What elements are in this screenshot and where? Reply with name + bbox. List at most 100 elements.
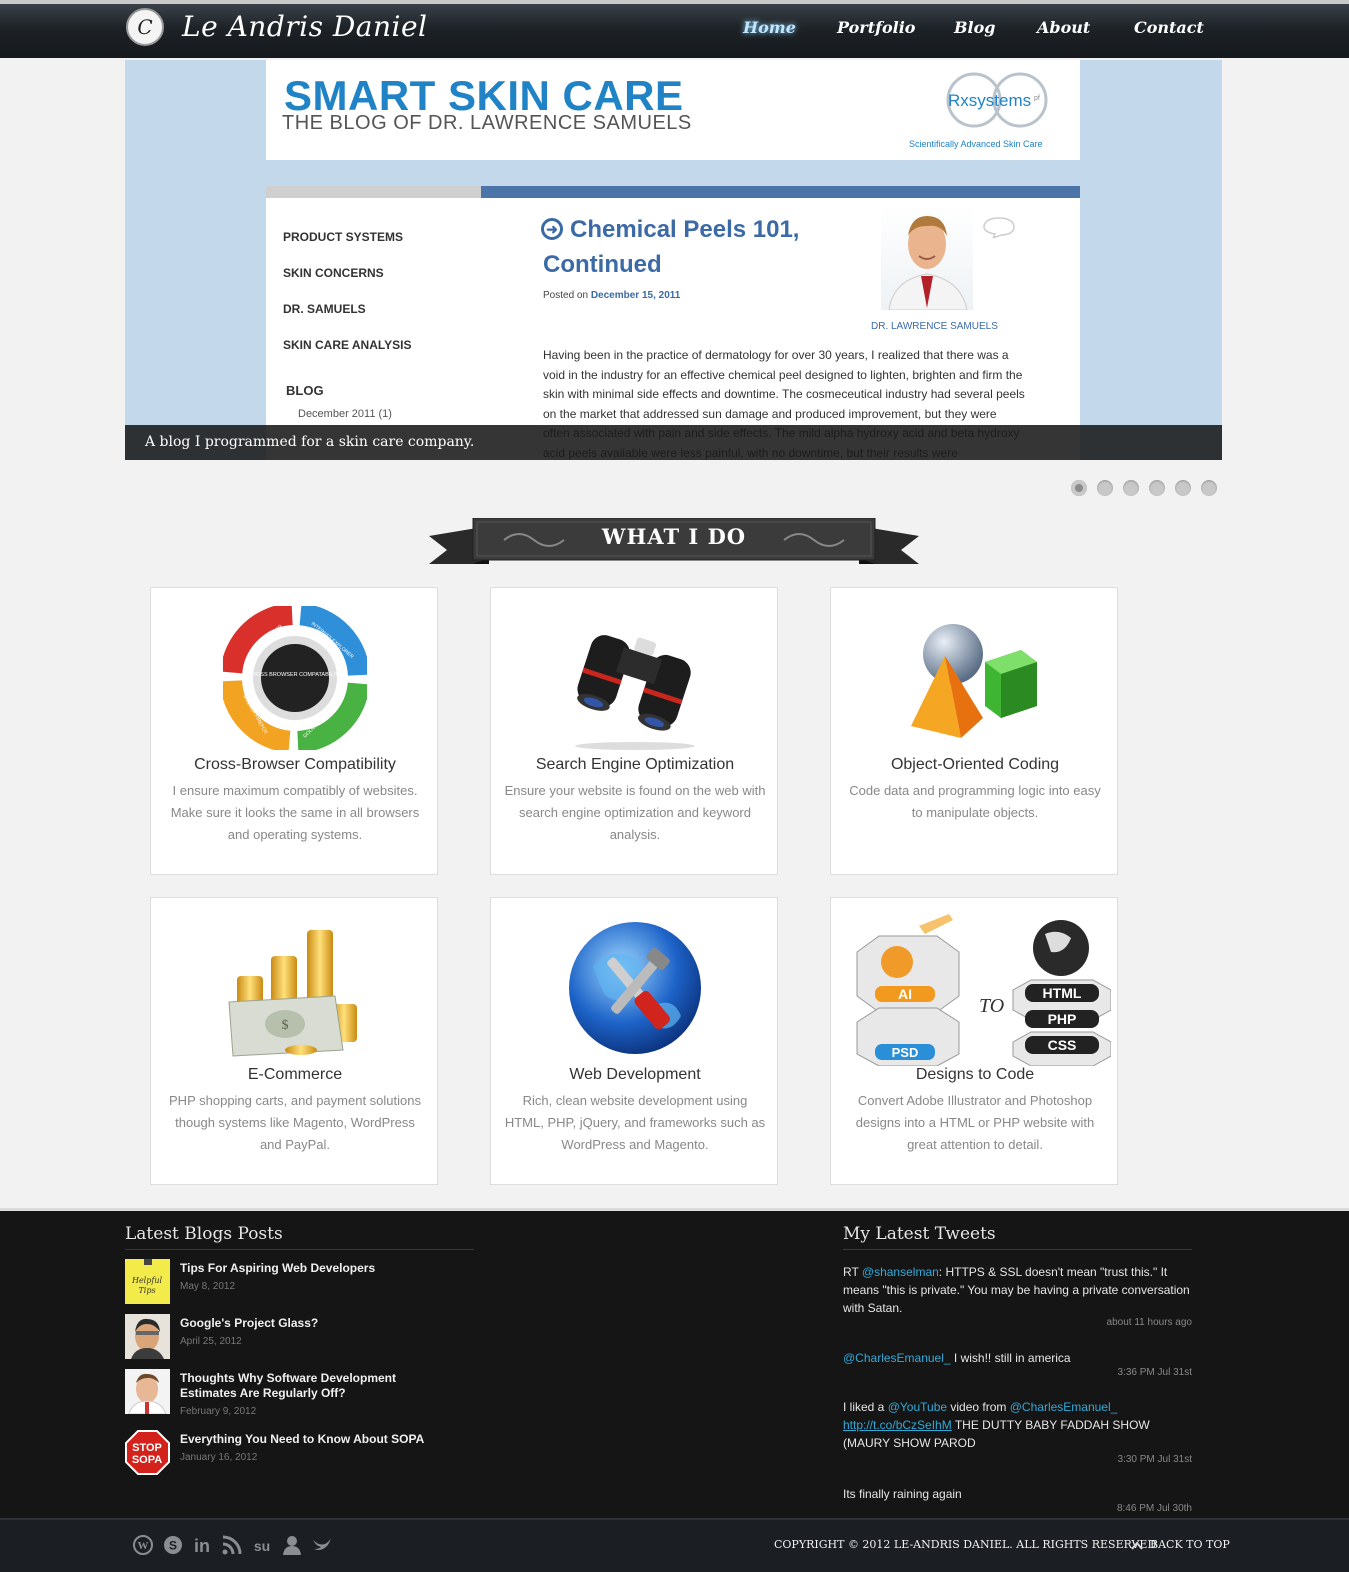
- wheel-center-label: CROSS BROWSER COMPATABILITY: [248, 672, 342, 678]
- tweet-body: Its finally raining again: [843, 1487, 962, 1501]
- badge-ai: AI: [898, 986, 912, 1002]
- slide-banner-subtitle: THE BLOG OF DR. LAWRENCE SAMUELS: [282, 112, 692, 134]
- service-card-seo: Search Engine Optimization Ensure your w…: [490, 587, 778, 875]
- slider-dot-5[interactable]: [1175, 480, 1191, 496]
- browser-compat-icon: CROSS BROWSER COMPATABILITY OPERA BROWSE…: [223, 606, 367, 750]
- svg-text:Helpful: Helpful: [131, 1276, 163, 1285]
- service-description: Code data and programming logic into eas…: [849, 783, 1101, 820]
- globe-tools-icon: [569, 922, 701, 1054]
- tweet-mention-link[interactable]: @CharlesEmanuel_: [1010, 1400, 1118, 1414]
- slide-banner: SMART SKIN CARE THE BLOG OF DR. LAWRENCE…: [266, 60, 1080, 160]
- rx-logo-text: Rxsystems: [948, 91, 1031, 110]
- post-date: Posted on December 15, 2011: [543, 290, 680, 301]
- slider-dot-1[interactable]: [1071, 480, 1087, 496]
- tweet-time: 3:36 PM Jul 31st: [1117, 1367, 1192, 1378]
- sidebar-item-dr-samuels: DR. SAMUELS: [283, 302, 366, 316]
- nav-contact[interactable]: Contact: [1134, 18, 1204, 37]
- service-title: Web Development: [569, 1066, 701, 1083]
- what-i-do-title: WHAT I DO: [601, 524, 747, 549]
- blog-post-title[interactable]: Everything You Need to Know About SOPA: [180, 1432, 440, 1447]
- svg-text:SOPA: SOPA: [132, 1454, 162, 1466]
- svg-text:su: su: [254, 1538, 270, 1554]
- tweet-mention-link[interactable]: @shanselman: [862, 1265, 939, 1279]
- service-title: Search Engine Optimization: [535, 756, 735, 773]
- portfolio-slider[interactable]: SMART SKIN CARE THE BLOG OF DR. LAWRENCE…: [125, 60, 1222, 460]
- service-description: PHP shopping carts, and payment solution…: [169, 1093, 421, 1152]
- tweet-mention-link[interactable]: @CharlesEmanuel_: [843, 1351, 951, 1365]
- sticky-note-icon[interactable]: Helpful Tips: [125, 1259, 170, 1304]
- slide-sidebar: PRODUCT SYSTEMS SKIN CONCERNS DR. SAMUEL…: [266, 198, 481, 460]
- service-title: Object-Oriented Coding: [890, 756, 1060, 773]
- back-to-top-link[interactable]: BACK TO TOP: [1150, 1538, 1230, 1551]
- tweet-text: @CharlesEmanuel_ I wish!! still in ameri…: [843, 1349, 1192, 1367]
- tweet-time: about 11 hours ago: [1106, 1317, 1192, 1328]
- twitter-icon[interactable]: [311, 1534, 333, 1556]
- nav-about[interactable]: About: [1037, 18, 1090, 37]
- svg-text:$: $: [282, 1018, 289, 1033]
- service-card-webdev: Web Development Rich, clean website deve…: [490, 897, 778, 1185]
- sidebar-archive-link: December 2011 (1): [298, 408, 392, 420]
- nav-blog[interactable]: Blog: [954, 18, 995, 37]
- blog-posts-heading: Latest Blogs Posts: [125, 1224, 283, 1244]
- tweet-url-link[interactable]: http://t.co/bCzSeIhM: [843, 1418, 952, 1432]
- person-photo[interactable]: [125, 1314, 170, 1359]
- blog-heading-rule: [125, 1249, 474, 1250]
- stop-sopa-icon[interactable]: STOP SOPA: [125, 1430, 170, 1475]
- shapes-icon: [911, 624, 1037, 738]
- service-card-cross-browser: CROSS BROWSER COMPATABILITY OPERA BROWSE…: [150, 587, 438, 875]
- service-description: I ensure maximum compatibly of websites.…: [170, 783, 420, 842]
- blog-post-date: April 25, 2012: [180, 1336, 242, 1347]
- design-to-code-icon: AI PSD TO HTML PHP CSS: [856, 914, 1111, 1066]
- service-description: Convert Adobe Illustrator and Photoshop …: [855, 1093, 1095, 1152]
- service-card-design-to-code: AI PSD TO HTML PHP CSS Designs to Code C…: [830, 897, 1118, 1185]
- service-title: Designs to Code: [915, 1066, 1035, 1083]
- wordpress-icon[interactable]: W: [132, 1534, 154, 1556]
- logo-icon[interactable]: C: [126, 8, 164, 46]
- linkedin-icon[interactable]: in: [191, 1534, 213, 1556]
- doctor-portrait: [881, 204, 973, 310]
- sidebar-item-skin-concerns: SKIN CONCERNS: [283, 266, 384, 280]
- tweet-mention-link[interactable]: @YouTube: [888, 1400, 947, 1414]
- blog-post-title[interactable]: Tips For Aspiring Web Developers: [180, 1261, 440, 1276]
- copyright: COPYRIGHT © 2012 LE-ANDRIS DANIEL. ALL R…: [774, 1538, 1157, 1551]
- stumbleupon-icon[interactable]: su: [251, 1534, 273, 1556]
- blog-post-title[interactable]: Google's Project Glass?: [180, 1316, 440, 1331]
- service-title: Cross-Browser Compatibility: [194, 756, 396, 773]
- svg-text:W: W: [138, 1540, 149, 1552]
- person-photo[interactable]: [125, 1369, 170, 1414]
- post-title: Chemical Peels 101, Continued: [543, 216, 800, 278]
- rss-icon[interactable]: [221, 1534, 243, 1556]
- tweet-text: RT @shanselman: HTTPS & SSL doesn't mean…: [843, 1263, 1192, 1317]
- posted-label: Posted on: [543, 290, 589, 301]
- svg-text:S: S: [169, 1539, 177, 1553]
- site-logo-text[interactable]: Le Andris Daniel: [182, 10, 428, 43]
- tweet-text: Its finally raining again: [843, 1485, 1192, 1503]
- slider-dot-2[interactable]: [1097, 480, 1113, 496]
- nav-home[interactable]: Home: [743, 18, 796, 37]
- rx-logo-suffix: pf: [1034, 95, 1040, 102]
- service-card-ecommerce: $ E-Commerce PHP shopping carts, and pay…: [150, 897, 438, 1185]
- skype-icon[interactable]: S: [162, 1534, 184, 1556]
- tweet-body: video from: [947, 1400, 1010, 1414]
- coins-icon: $: [228, 930, 357, 1057]
- user-icon[interactable]: [281, 1534, 303, 1556]
- comment-bubble-icon: [983, 217, 1015, 238]
- doctor-name: DR. LAWRENCE SAMUELS: [871, 321, 998, 332]
- connector-label: TO: [979, 995, 1004, 1017]
- blog-post-title[interactable]: Thoughts Why Software Development Estima…: [180, 1371, 440, 1401]
- badge-html: HTML: [1043, 985, 1082, 1001]
- slide-caption-bar: A blog I programmed for a skin care comp…: [125, 425, 1222, 460]
- blog-post-date: January 16, 2012: [180, 1452, 258, 1463]
- tweet-prefix: RT: [843, 1265, 862, 1279]
- sidebar-item-skin-care-analysis: SKIN CARE ANALYSIS: [283, 338, 412, 352]
- svg-text:STOP: STOP: [132, 1442, 162, 1454]
- slider-dot-6[interactable]: [1201, 480, 1217, 496]
- tweet-body: I wish!! still in america: [950, 1351, 1071, 1365]
- posted-date: December 15, 2011: [590, 290, 681, 301]
- tweets-heading: My Latest Tweets: [843, 1224, 996, 1244]
- badge-psd: PSD: [892, 1045, 919, 1060]
- service-title: E-Commerce: [247, 1066, 343, 1083]
- slider-dot-4[interactable]: [1149, 480, 1165, 496]
- slider-dot-3[interactable]: [1123, 480, 1139, 496]
- nav-portfolio[interactable]: Portfolio: [837, 18, 915, 37]
